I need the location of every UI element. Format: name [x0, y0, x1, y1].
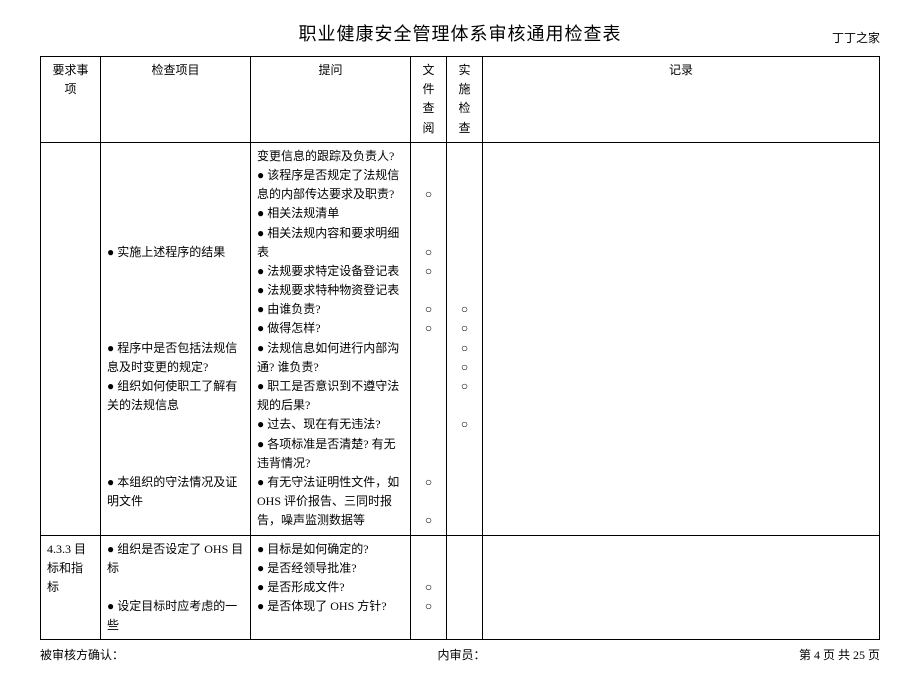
col-header-record: 记录: [483, 57, 880, 143]
col-header-impl: 实施检查: [447, 57, 483, 143]
check-mark: ○: [417, 511, 440, 530]
list-item: 变更信息的跟踪及负责人?: [257, 147, 404, 166]
table-row: 实施上述程序的结果 程序中是否包括法规信息及时变更的规定? 组织如何使职工了解有…: [41, 142, 880, 535]
list-item: 是否体现了 OHS 方针?: [257, 597, 404, 616]
check-mark: ○: [453, 319, 476, 338]
list-item: 是否形成文件?: [257, 578, 404, 597]
col-header-doc: 文件查阅: [411, 57, 447, 143]
list-item: 相关法规清单: [257, 204, 404, 223]
cell-impl: [447, 535, 483, 640]
list-item: 做得怎样?: [257, 319, 404, 338]
cell-req: [41, 142, 101, 535]
list-item: 该程序是否规定了法规信息的内部传达要求及职责?: [257, 166, 404, 204]
check-mark: ○: [453, 339, 476, 358]
check-mark: ○: [417, 262, 440, 281]
table-row: 4.3.3 目标和指标 组织是否设定了 OHS 目标 设定目标时应考虑的一些 目…: [41, 535, 880, 640]
list-item: 设定目标时应考虑的一些: [107, 597, 244, 635]
page-title: 职业健康安全管理体系审核通用检查表: [299, 20, 622, 46]
subtitle: 丁丁之家: [832, 29, 880, 46]
check-mark: ○: [417, 597, 440, 616]
col-header-req: 要求事项: [41, 57, 101, 143]
cell-record: [483, 535, 880, 640]
check-mark: ○: [417, 578, 440, 597]
list-item: 由谁负责?: [257, 300, 404, 319]
list-item: 组织如何使职工了解有关的法规信息: [107, 377, 244, 415]
list-item: 实施上述程序的结果: [107, 243, 244, 262]
cell-impl: ○ ○ ○ ○ ○ ○: [447, 142, 483, 535]
check-mark: ○: [453, 300, 476, 319]
footer-middle: 内审员：: [437, 646, 485, 663]
check-mark: ○: [453, 415, 476, 434]
cell-items: 组织是否设定了 OHS 目标 设定目标时应考虑的一些: [101, 535, 251, 640]
list-item: 过去、现在有无违法?: [257, 415, 404, 434]
check-mark: ○: [417, 243, 440, 262]
footer-right: 第 4 页 共 25 页: [799, 646, 880, 663]
check-mark: ○: [417, 473, 440, 492]
cell-questions: 变更信息的跟踪及负责人? 该程序是否规定了法规信息的内部传达要求及职责? 相关法…: [251, 142, 411, 535]
list-item: 有无守法证明性文件，如OHS 评价报告、三同时报告，噪声监测数据等: [257, 473, 404, 531]
check-mark: ○: [417, 319, 440, 338]
list-item: 法规信息如何进行内部沟通? 谁负责?: [257, 339, 404, 377]
col-header-question: 提问: [251, 57, 411, 143]
list-item: 相关法规内容和要求明细表: [257, 224, 404, 262]
col-header-item: 检查项目: [101, 57, 251, 143]
check-mark: ○: [417, 300, 440, 319]
check-mark: ○: [417, 185, 440, 204]
list-item: 法规要求特种物资登记表: [257, 281, 404, 300]
footer-left: 被审核方确认：: [40, 646, 124, 663]
list-item: 职工是否意识到不遵守法规的后果?: [257, 377, 404, 415]
list-item: 是否经领导批准?: [257, 559, 404, 578]
cell-req: 4.3.3 目标和指标: [41, 535, 101, 640]
cell-doc: ○ ○: [411, 535, 447, 640]
list-item: 本组织的守法情况及证明文件: [107, 473, 244, 511]
list-item: 目标是如何确定的?: [257, 540, 404, 559]
list-item: 程序中是否包括法规信息及时变更的规定?: [107, 339, 244, 377]
footer: 被审核方确认： 内审员： 第 4 页 共 25 页: [40, 646, 880, 663]
cell-items: 实施上述程序的结果 程序中是否包括法规信息及时变更的规定? 组织如何使职工了解有…: [101, 142, 251, 535]
cell-questions: 目标是如何确定的? 是否经领导批准? 是否形成文件? 是否体现了 OHS 方针?: [251, 535, 411, 640]
check-mark: ○: [453, 358, 476, 377]
list-item: 组织是否设定了 OHS 目标: [107, 540, 244, 578]
list-item: 各项标准是否清楚? 有无违背情况?: [257, 435, 404, 473]
cell-record: [483, 142, 880, 535]
list-item: 法规要求特定设备登记表: [257, 262, 404, 281]
checklist-table: 要求事项 检查项目 提问 文件查阅 实施检查 记录 实施上述程序的结果 程序中是…: [40, 56, 880, 640]
cell-doc: ○ ○ ○ ○ ○ ○ ○: [411, 142, 447, 535]
check-mark: ○: [453, 377, 476, 396]
